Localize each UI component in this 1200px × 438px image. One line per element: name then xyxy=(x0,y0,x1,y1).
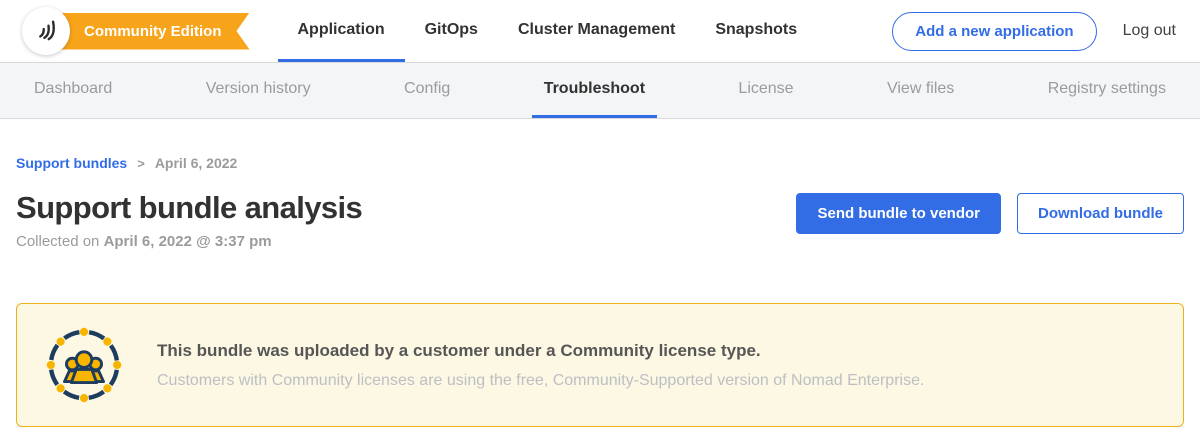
app-logo[interactable] xyxy=(22,7,70,55)
community-edition-badge: Community Edition xyxy=(44,13,250,50)
subnav-item-version-history[interactable]: Version history xyxy=(194,63,323,118)
tab-application[interactable]: Application xyxy=(278,0,405,62)
tab-cluster-management[interactable]: Cluster Management xyxy=(498,0,695,62)
primary-nav: Application GitOps Cluster Management Sn… xyxy=(278,0,818,62)
download-bundle-button[interactable]: Download bundle xyxy=(1017,193,1184,234)
subnav-item-dashboard[interactable]: Dashboard xyxy=(22,63,124,118)
logout-link[interactable]: Log out xyxy=(1123,22,1176,40)
banner-subtext: Customers with Community licenses are us… xyxy=(157,372,924,390)
breadcrumb-support-bundles-link[interactable]: Support bundles xyxy=(16,155,127,171)
subnav-item-license[interactable]: License xyxy=(726,63,805,118)
brand: Community Edition xyxy=(22,0,250,62)
community-license-banner: This bundle was uploaded by a customer u… xyxy=(16,303,1184,427)
send-bundle-to-vendor-button[interactable]: Send bundle to vendor xyxy=(796,193,1001,234)
subnav-item-registry-settings[interactable]: Registry settings xyxy=(1036,63,1178,118)
bundle-actions: Send bundle to vendor Download bundle xyxy=(796,193,1184,234)
breadcrumb-current: April 6, 2022 xyxy=(155,155,238,171)
title-row: Support bundle analysis Collected on Apr… xyxy=(16,190,1184,250)
breadcrumb: Support bundles > April 6, 2022 xyxy=(16,155,1184,171)
main-content: Support bundles > April 6, 2022 Support … xyxy=(0,155,1200,427)
subnav-item-config[interactable]: Config xyxy=(392,63,462,118)
top-header: Community Edition Application GitOps Clu… xyxy=(0,0,1200,63)
title-block: Support bundle analysis Collected on Apr… xyxy=(16,190,362,250)
community-people-icon xyxy=(45,326,123,404)
collected-date: April 6, 2022 @ 3:37 pm xyxy=(104,233,272,250)
banner-text: This bundle was uploaded by a customer u… xyxy=(157,341,924,390)
header-actions: Add a new application Log out xyxy=(892,0,1176,62)
app-subnav: Dashboard Version history Config Trouble… xyxy=(0,63,1200,119)
replicated-logo-icon xyxy=(32,15,60,48)
breadcrumb-separator: > xyxy=(137,156,145,171)
add-new-application-button[interactable]: Add a new application xyxy=(892,12,1096,51)
subnav-item-troubleshoot[interactable]: Troubleshoot xyxy=(532,63,657,118)
banner-heading: This bundle was uploaded by a customer u… xyxy=(157,341,924,361)
tab-gitops[interactable]: GitOps xyxy=(405,0,498,62)
subnav-item-view-files[interactable]: View files xyxy=(875,63,966,118)
collected-prefix: Collected on xyxy=(16,233,99,250)
tab-snapshots[interactable]: Snapshots xyxy=(695,0,817,62)
page-title: Support bundle analysis xyxy=(16,190,362,226)
collected-timestamp: Collected on April 6, 2022 @ 3:37 pm xyxy=(16,233,362,250)
